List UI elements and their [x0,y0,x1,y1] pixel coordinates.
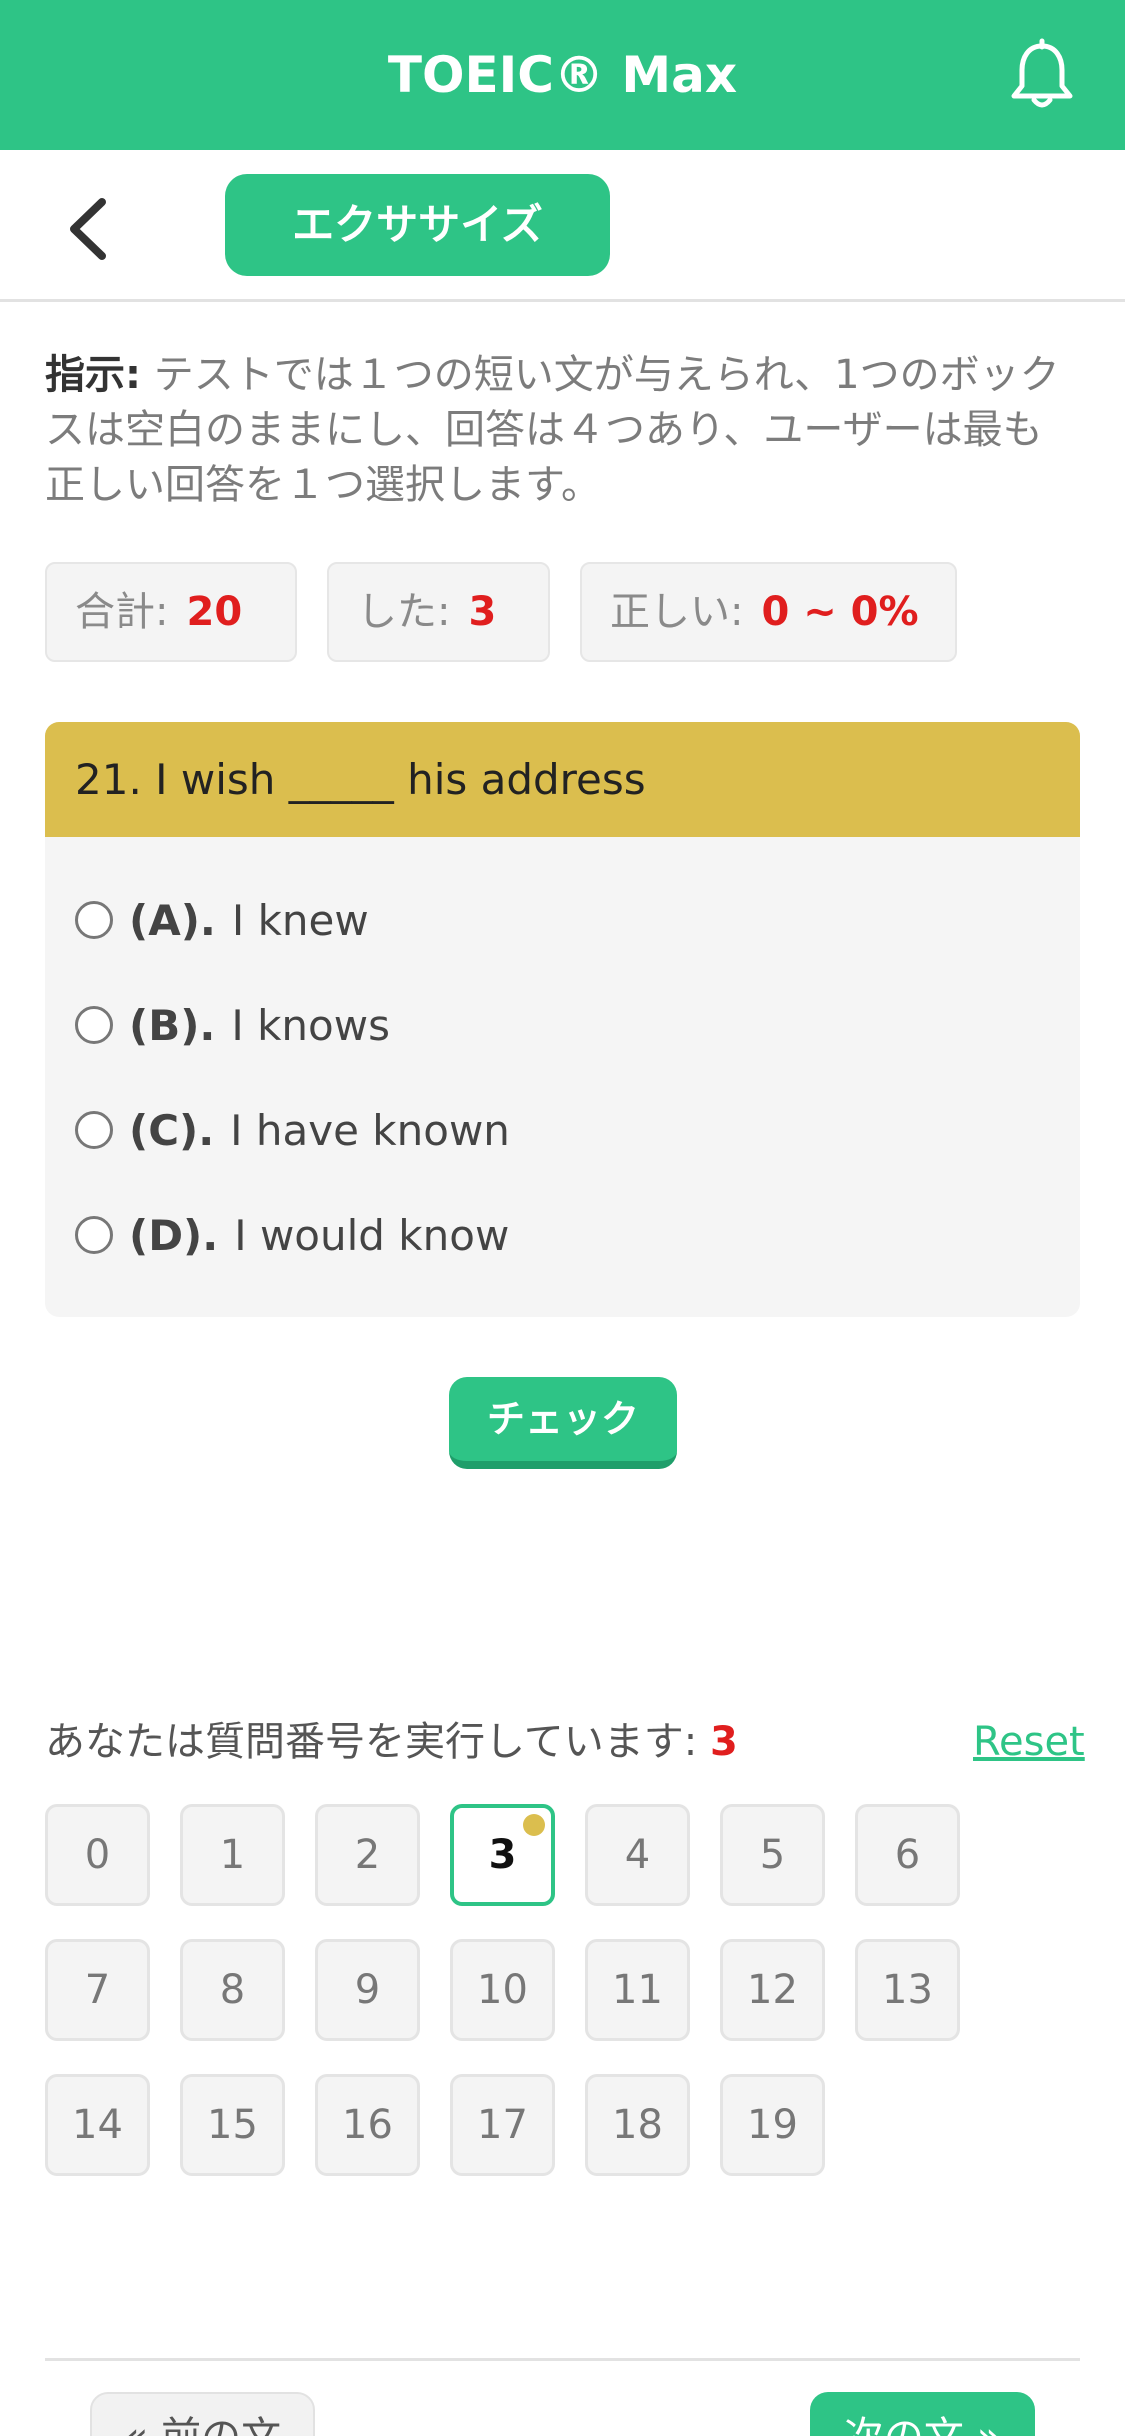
question-number-button[interactable]: 14 [45,2074,150,2176]
question-number-button[interactable]: 12 [720,1939,825,2041]
question-number-button[interactable]: 18 [585,2074,690,2176]
question-number-button[interactable]: 11 [585,1939,690,2041]
next-sentence-button[interactable]: 次の文 » [810,2392,1035,2436]
radio-d[interactable] [75,1216,113,1254]
current-question-label: あなたは質問番号を実行しています: 3 [45,1710,738,1774]
instructions-label: 指示: [45,352,141,398]
question-number-button[interactable]: 10 [450,1939,555,2041]
question-number-button[interactable]: 17 [450,2074,555,2176]
question-number-button[interactable]: 3 [450,1804,555,1906]
question-number-button[interactable]: 5 [720,1804,825,1906]
back-arrow-icon[interactable] [60,194,120,264]
option-c-key: (C). [129,1105,215,1155]
stat-done-label: した: [357,589,451,635]
radio-c[interactable] [75,1111,113,1149]
reset-link[interactable]: Reset [973,1710,1085,1774]
stat-total-value: 20 [186,589,243,635]
option-b-key: (B). [129,1000,216,1050]
option-c[interactable]: (C). I have known [75,1095,510,1165]
question-number-label: 3 [488,1832,517,1878]
app-title: TOEIC® Max [387,46,738,104]
question-number-button[interactable]: 0 [45,1804,150,1906]
stat-total-label: 合計: [75,589,169,635]
stat-done-value: 3 [468,589,497,635]
question-text: 21. I wish _____ his address [45,722,1080,837]
option-b[interactable]: (B). I knows [75,990,390,1060]
question-number-button[interactable]: 4 [585,1804,690,1906]
stat-correct-label: 正しい: [610,589,744,635]
question-number-button[interactable]: 2 [315,1804,420,1906]
question-number-button[interactable]: 9 [315,1939,420,2041]
prev-sentence-button[interactable]: « 前の文 [90,2392,315,2436]
question-card: 21. I wish _____ his address (A). I knew… [45,722,1080,1317]
app-bar: TOEIC® Max [0,0,1125,150]
instructions-text: テストでは１つの短い文が与えられ、1つのボックスは空白のままにし、回答は４つあり… [45,352,1060,508]
current-question-text: あなたは質問番号を実行しています: [45,1719,698,1765]
option-a-key: (A). [129,895,216,945]
option-b-text: I knows [231,1000,390,1050]
option-d-key: (D). [129,1210,219,1260]
question-number-button[interactable]: 7 [45,1939,150,2041]
exercise-tab[interactable]: エクササイズ [225,174,610,276]
option-a[interactable]: (A). I knew [75,885,369,955]
sub-bar: エクササイズ [0,150,1125,302]
question-number-button[interactable]: 13 [855,1939,960,2041]
question-number-button[interactable]: 19 [720,2074,825,2176]
option-c-text: I have known [230,1105,510,1155]
question-number-button[interactable]: 16 [315,2074,420,2176]
question-number-button[interactable]: 6 [855,1804,960,1906]
stat-done: した: 3 [327,562,550,662]
question-number-button[interactable]: 8 [180,1939,285,2041]
option-d[interactable]: (D). I would know [75,1200,509,1270]
option-a-text: I knew [231,895,369,945]
divider [45,2358,1080,2361]
radio-a[interactable] [75,901,113,939]
current-question-number: 3 [710,1719,738,1765]
instructions: 指示: テストでは１つの短い文が与えられ、1つのボックスは空白のままにし、回答は… [45,348,1080,513]
option-d-text: I would know [234,1210,510,1260]
stat-correct-value: 0 ~ 0% [761,589,919,635]
question-number-button[interactable]: 1 [180,1804,285,1906]
stat-total: 合計: 20 [45,562,297,662]
check-button[interactable]: チェック [449,1377,677,1469]
bell-icon[interactable] [1004,38,1080,114]
question-number-button[interactable]: 15 [180,2074,285,2176]
stat-correct: 正しい: 0 ~ 0% [580,562,957,662]
radio-b[interactable] [75,1006,113,1044]
current-marker-dot [523,1814,545,1836]
